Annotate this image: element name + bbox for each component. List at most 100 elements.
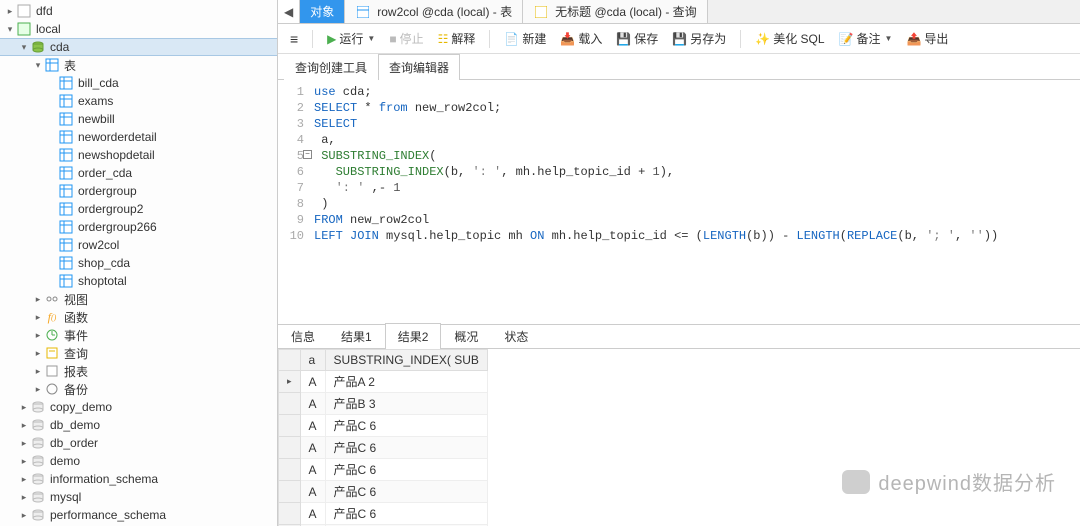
table-icon — [58, 201, 74, 217]
new-icon: 📄 — [504, 32, 519, 46]
row-selector[interactable] — [279, 437, 301, 459]
connection-tree[interactable]: ▸ dfd ▾ local ▾ cda ▾ 表 bill_cdaexamsnew… — [0, 0, 278, 526]
row-selector[interactable] — [279, 503, 301, 525]
database-icon — [30, 399, 46, 415]
editor-subtabs: 查询创建工具 查询编辑器 — [278, 54, 1080, 80]
tree-item-cda[interactable]: ▾ cda — [0, 38, 277, 56]
tab-result-1[interactable]: 结果1 — [328, 323, 385, 349]
tree-item-table[interactable]: newshopdetail — [0, 146, 277, 164]
result-grid[interactable]: a SUBSTRING_INDEX( SUB ▸A产品A 2A产品B 3A产品C… — [278, 349, 1080, 526]
tree-item-table[interactable]: neworderdetail — [0, 128, 277, 146]
connection-open-icon — [16, 21, 32, 37]
fold-icon[interactable]: − — [303, 150, 312, 159]
tree-item-table[interactable]: exams — [0, 92, 277, 110]
row-selector[interactable] — [279, 459, 301, 481]
tree-item-dfd[interactable]: ▸ dfd — [0, 2, 277, 20]
results-pane: 信息 结果1 结果2 概况 状态 a SUBSTRING_INDEX( SUB … — [278, 324, 1080, 526]
table-row[interactable]: ▸A产品A 2 — [279, 371, 488, 393]
tree-item-table[interactable]: ordergroup266 — [0, 218, 277, 236]
row-selector-header[interactable] — [279, 350, 301, 371]
export-button[interactable]: 📤导出 — [902, 28, 952, 49]
chevron-right-icon[interactable]: ▸ — [4, 6, 16, 17]
wand-icon: ✨ — [755, 32, 770, 46]
play-icon: ▶ — [327, 32, 336, 46]
line-gutter: 1234 5− 678910 — [278, 84, 314, 324]
new-button[interactable]: 📄新建 — [500, 28, 550, 49]
chevron-down-icon[interactable]: ▼ — [367, 34, 375, 43]
table-row[interactable]: A产品C 6 — [279, 437, 488, 459]
tab-query-editor[interactable]: 查询编辑器 — [378, 54, 460, 80]
database-icon — [30, 471, 46, 487]
tab-result-profile[interactable]: 概况 — [441, 323, 491, 349]
tree-item-table[interactable]: ordergroup2 — [0, 200, 277, 218]
row-selector[interactable] — [279, 393, 301, 415]
tab-result-info[interactable]: 信息 — [278, 323, 328, 349]
table-icon — [58, 75, 74, 91]
tab-result-2[interactable]: 结果2 — [385, 323, 442, 349]
tree-item-database[interactable]: ▸copy_demo — [0, 398, 277, 416]
column-header[interactable]: SUBSTRING_INDEX( SUB — [325, 350, 487, 371]
row-selector[interactable] — [279, 481, 301, 503]
tab-query-builder[interactable]: 查询创建工具 — [284, 54, 378, 80]
chevron-down-icon[interactable]: ▾ — [18, 42, 30, 53]
load-icon: 📥 — [560, 32, 575, 46]
tree-item-local[interactable]: ▾ local — [0, 20, 277, 38]
tab-row2col[interactable]: row2col @cda (local) - 表 — [345, 0, 523, 23]
tree-item-table[interactable]: newbill — [0, 110, 277, 128]
explain-button[interactable]: ☷解释 — [434, 28, 480, 49]
save-as-button[interactable]: 💾另存为 — [668, 28, 730, 49]
tree-item-table[interactable]: row2col — [0, 236, 277, 254]
code-area[interactable]: use cda; SELECT * from new_row2col; SELE… — [314, 84, 1080, 324]
table-icon — [58, 93, 74, 109]
tree-group-tables[interactable]: ▾ 表 — [0, 56, 277, 74]
load-button[interactable]: 📥载入 — [556, 28, 606, 49]
tree-group-events[interactable]: ▸事件 — [0, 326, 277, 344]
tree-item-table[interactable]: bill_cda — [0, 74, 277, 92]
tree-item-database[interactable]: ▸demo — [0, 452, 277, 470]
tree-group-functions[interactable]: ▸f()函数 — [0, 308, 277, 326]
row-selector[interactable]: ▸ — [279, 371, 301, 393]
tree-item-table[interactable]: shoptotal — [0, 272, 277, 290]
save-button[interactable]: 💾保存 — [612, 28, 662, 49]
tab-result-status[interactable]: 状态 — [491, 323, 541, 349]
chevron-down-icon[interactable]: ▾ — [32, 60, 44, 71]
table-icon — [58, 147, 74, 163]
column-header[interactable]: a — [300, 350, 325, 371]
row-selector[interactable] — [279, 415, 301, 437]
run-button[interactable]: ▶运行▼ — [323, 28, 379, 49]
table-row[interactable]: A产品B 3 — [279, 393, 488, 415]
chevron-down-icon[interactable]: ▼ — [885, 34, 893, 43]
tree-item-table[interactable]: shop_cda — [0, 254, 277, 272]
function-icon: f() — [44, 309, 60, 325]
table-row[interactable]: A产品C 6 — [279, 415, 488, 437]
tree-group-backups[interactable]: ▸备份 — [0, 380, 277, 398]
tree-group-views[interactable]: ▸视图 — [0, 290, 277, 308]
events-icon — [44, 327, 60, 343]
backup-icon — [44, 381, 60, 397]
tree-item-database[interactable]: ▸mysql — [0, 488, 277, 506]
menu-button[interactable]: ≡ — [286, 29, 302, 49]
remark-button[interactable]: 📝备注▼ — [835, 28, 897, 49]
result-tabs: 信息 结果1 结果2 概况 状态 — [278, 325, 1080, 349]
beautify-button[interactable]: ✨美化 SQL — [751, 28, 828, 49]
tree-item-database[interactable]: ▸performance_schema — [0, 506, 277, 524]
tree-item-database[interactable]: ▸information_schema — [0, 470, 277, 488]
tab-objects[interactable]: 对象 — [300, 0, 345, 23]
app-tabs: ◀ 对象 row2col @cda (local) - 表 无标题 @cda (… — [278, 0, 1080, 24]
tree-item-database[interactable]: ▸db_order — [0, 434, 277, 452]
chevron-down-icon[interactable]: ▾ — [4, 24, 16, 35]
stop-button[interactable]: ■停止 — [385, 28, 427, 49]
tree-item-table[interactable]: order_cda — [0, 164, 277, 182]
database-icon — [30, 39, 46, 55]
tree-group-reports[interactable]: ▸报表 — [0, 362, 277, 380]
table-row[interactable]: A产品C 6 — [279, 503, 488, 525]
sql-editor[interactable]: 1234 5− 678910 use cda; SELECT * from ne… — [278, 80, 1080, 324]
tree-item-table[interactable]: ordergroup — [0, 182, 277, 200]
database-icon — [30, 489, 46, 505]
table-row[interactable]: A产品C 6 — [279, 481, 488, 503]
tree-group-queries[interactable]: ▸查询 — [0, 344, 277, 362]
tab-untitled-query[interactable]: 无标题 @cda (local) - 查询 — [523, 0, 708, 23]
table-row[interactable]: A产品C 6 — [279, 459, 488, 481]
tree-item-database[interactable]: ▸db_demo — [0, 416, 277, 434]
tab-app-back[interactable]: ◀ — [278, 0, 300, 23]
